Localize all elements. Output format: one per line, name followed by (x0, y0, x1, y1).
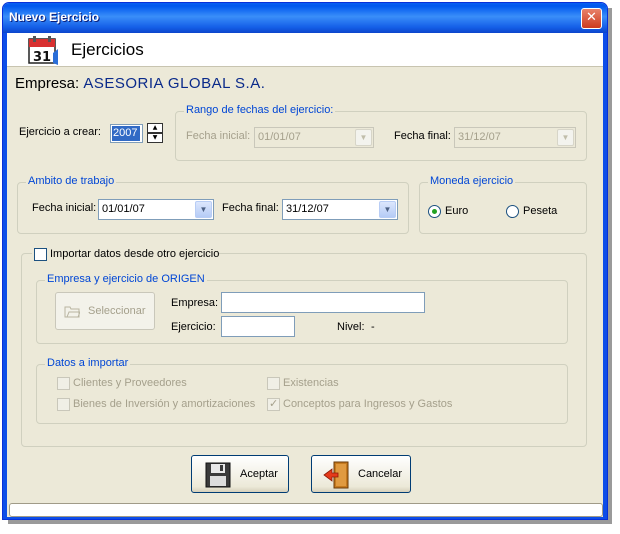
rango-fechas-group: Rango de fechas del ejercicio: Fecha ini… (175, 104, 587, 161)
ejercicio-spinner[interactable]: ▲ ▼ (147, 123, 163, 143)
radio-euro-label[interactable]: Euro (445, 205, 468, 217)
rango-fecha-final-label: Fecha final: (394, 130, 451, 142)
floppy-disk-icon (205, 462, 231, 488)
empresa-heading: Empresa: ASESORIA GLOBAL S.A. (15, 75, 265, 92)
window-title: Nuevo Ejercicio (9, 10, 100, 24)
origen-ejercicio-label: Ejercicio: (171, 321, 216, 333)
window-border-left (3, 33, 7, 519)
empresa-name: ASESORIA GLOBAL S.A. (83, 75, 266, 92)
folder-icon (64, 306, 80, 318)
window-border-bottom (3, 517, 607, 519)
aceptar-label: Aceptar (240, 468, 278, 480)
ambito-fecha-inicial-label: Fecha inicial: (32, 202, 97, 214)
clientes-proveedores-label: Clientes y Proveedores (73, 377, 187, 389)
origen-ejercicio-input[interactable] (221, 316, 295, 337)
checkbox-conceptos[interactable]: ✓ (267, 397, 280, 411)
chevron-down-icon: ▼ (379, 201, 396, 218)
cancelar-button[interactable]: Cancelar (311, 455, 411, 493)
checkbox-clientes-proveedores[interactable] (57, 377, 70, 390)
radio-peseta[interactable] (506, 205, 519, 218)
ambito-fecha-final-label: Fecha final: (222, 202, 279, 214)
dialog-window: Nuevo Ejercicio ✕ 31 Ejercicios Empresa:… (2, 2, 608, 520)
ambito-fecha-final-value: 31/12/07 (286, 203, 329, 215)
aceptar-button[interactable]: Aceptar (191, 455, 289, 493)
title-bar[interactable]: Nuevo Ejercicio ✕ (3, 3, 607, 33)
ambito-fecha-inicial-select[interactable]: 01/01/07 ▼ (98, 199, 214, 220)
rango-fecha-inicial-value: 01/01/07 (258, 131, 301, 143)
window-shadow-right (608, 8, 612, 524)
calendar-icon-day: 31 (33, 50, 51, 65)
chevron-down-icon: ▼ (195, 201, 212, 218)
nivel-label: Nivel: (337, 321, 365, 333)
ejercicio-input[interactable]: 2007 (110, 124, 143, 143)
radio-peseta-label[interactable]: Peseta (523, 205, 557, 217)
moneda-group: Moneda ejercicio Euro Peseta (419, 175, 587, 234)
importar-checkbox-label[interactable]: Importar datos desde otro ejercicio (50, 248, 219, 260)
rango-fechas-legend: Rango de fechas del ejercicio: (184, 104, 336, 116)
empresa-label: Empresa: (15, 75, 80, 92)
rango-fecha-inicial-select[interactable]: 01/01/07 ▼ (254, 127, 374, 148)
calendar-icon: 31 (28, 36, 58, 65)
cancelar-label: Cancelar (358, 468, 403, 480)
origen-empresa-input[interactable] (221, 292, 425, 313)
rango-fecha-final-value: 31/12/07 (458, 131, 501, 143)
origen-legend: Empresa y ejercicio de ORIGEN (45, 273, 207, 285)
seleccionar-label: Seleccionar (88, 305, 146, 317)
status-bar (9, 503, 603, 517)
radio-euro[interactable] (428, 205, 441, 218)
ambito-legend: Ambito de trabajo (26, 175, 117, 187)
nivel-value: - (371, 321, 375, 333)
header-band: 31 Ejercicios (7, 33, 603, 67)
ejercicio-value: 2007 (112, 126, 140, 141)
ejercicio-label: Ejercicio a crear: (19, 126, 101, 138)
ambito-fecha-inicial-value: 01/01/07 (102, 203, 145, 215)
importar-toggle[interactable]: Importar datos desde otro ejercicio (32, 248, 219, 262)
bienes-inversion-label: Bienes de Inversión y amortizaciones (73, 398, 256, 410)
importar-checkbox[interactable] (34, 248, 47, 261)
existencias-label: Existencias (283, 377, 339, 389)
importar-group: Importar datos desde otro ejercicio Empr… (21, 248, 587, 447)
chevron-down-icon: ▼ (355, 129, 372, 146)
checkbox-existencias[interactable] (267, 377, 280, 390)
origen-group: Empresa y ejercicio de ORIGEN Selecciona… (36, 273, 568, 344)
datos-importar-legend: Datos a importar (45, 357, 131, 369)
seleccionar-button[interactable]: Seleccionar (55, 292, 155, 330)
exit-door-icon (323, 461, 349, 489)
check-icon: ✓ (269, 397, 279, 410)
header-title: Ejercicios (71, 40, 144, 59)
ambito-fecha-final-select[interactable]: 31/12/07 ▼ (282, 199, 398, 220)
rango-fecha-final-select[interactable]: 31/12/07 ▼ (454, 127, 576, 148)
window-border-right (603, 33, 607, 519)
close-button[interactable]: ✕ (581, 8, 602, 29)
moneda-legend: Moneda ejercicio (428, 175, 516, 187)
chevron-down-icon: ▼ (557, 129, 574, 146)
conceptos-label: Conceptos para Ingresos y Gastos (283, 398, 453, 410)
spin-down-icon[interactable]: ▼ (147, 133, 163, 143)
window-shadow-bottom (8, 520, 612, 524)
spin-up-icon[interactable]: ▲ (147, 123, 163, 133)
checkbox-bienes-inversion[interactable] (57, 398, 70, 411)
rango-fecha-inicial-label: Fecha inicial: (186, 130, 251, 142)
datos-importar-group: Datos a importar Clientes y Proveedores … (36, 357, 568, 424)
origen-empresa-label: Empresa: (171, 297, 219, 309)
ambito-group: Ambito de trabajo Fecha inicial: 01/01/0… (17, 175, 409, 234)
